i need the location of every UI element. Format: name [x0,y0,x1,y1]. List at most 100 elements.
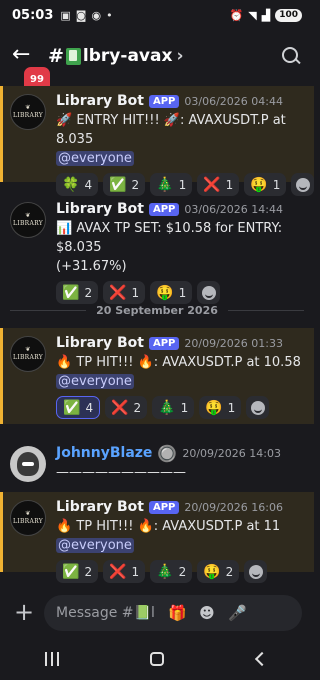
wifi-icon: ◥ [248,8,257,22]
system-nav-bar [0,638,314,680]
reaction[interactable]: 🎄 2 [150,560,193,583]
smiley-icon [250,400,265,415]
mention-everyone[interactable]: @everyone [56,151,134,166]
dot-icon: • [106,8,113,22]
message-text: 🔥 TP HIT!!! 🔥: AVAXUSDT.P at 10.58 [56,355,301,370]
recents-button[interactable] [32,644,72,674]
back-button[interactable]: ← 99 [12,42,52,95]
add-reaction-button[interactable] [291,173,315,196]
reaction-bar: ✅ 2 ❌ 1 🎄 2 🤑 2 [56,560,308,583]
timestamp: 03/06/2026 04:44 [184,94,283,108]
channel-header: ← 99 # lbry-avax › [0,34,314,95]
screenshot-icon: ◙ [75,8,87,22]
author-name[interactable]: Library Bot [56,335,144,351]
reaction[interactable]: ❌ 1 [103,281,146,304]
message[interactable]: JohnnyBlaze 🔘 20/09/2026 14:03 —————————… [0,438,314,492]
timestamp: 20/09/2026 01:33 [184,336,283,350]
timestamp: 20/09/2026 16:06 [184,500,283,514]
back-chevron-icon [254,651,269,667]
reaction[interactable]: 🍀 4 [56,173,99,196]
library-logo-icon: ❦ LIBRARY [12,346,43,361]
timestamp: 20/09/2026 14:03 [182,446,281,460]
system-back-button[interactable] [242,644,282,674]
message-input[interactable] [56,605,156,621]
home-icon [149,652,164,666]
author-name[interactable]: JohnnyBlaze [56,445,152,461]
message[interactable]: ❦ LIBRARY Library Bot APP 20/09/2026 01:3… [0,328,314,424]
alarm-icon: ⏰ [229,8,244,22]
reaction[interactable]: 🎄 1 [150,173,193,196]
author-name[interactable]: Library Bot [56,499,144,515]
microphone-icon[interactable]: 🎤 [228,604,247,622]
message-input-box[interactable]: 🎁 ☻ 🎤 [44,595,302,631]
message-text: —————————— [56,465,186,480]
channel-name: lbry-avax [82,46,173,66]
reaction[interactable]: ❌ 2 [105,396,148,419]
signal-icon: ▟ [261,8,271,22]
reaction-bar: ✅ 2 ❌ 1 🤑 1 [56,281,308,304]
back-arrow-icon: ← [12,42,31,67]
channel-title[interactable]: # lbry-avax › [48,45,183,67]
hash-icon: # [48,45,64,67]
library-logo-icon: ❦ LIBRARY [12,104,43,119]
app-tag: APP [148,202,180,216]
reaction[interactable]: ✅ 2 [56,560,99,583]
avatar[interactable]: ❦ LIBRARY [10,500,46,536]
vpn-icon: ◉ [91,8,102,22]
timestamp: 03/06/2026 14:44 [184,202,283,216]
reaction[interactable]: 🤑 2 [197,560,240,583]
message-composer: + 🎁 ☻ 🎤 [0,590,314,636]
plus-icon[interactable]: + [12,600,36,625]
avatar[interactable]: ❦ LIBRARY [10,336,46,372]
avatar[interactable] [10,446,46,482]
reaction[interactable]: 🎄 1 [152,396,195,419]
message[interactable]: ❦ LIBRARY Library Bot APP 03/06/2026 14:4… [0,194,314,304]
battery-indicator: 100 [275,8,302,22]
reaction[interactable]: ✅ 2 [103,173,146,196]
avatar[interactable]: ❦ LIBRARY [10,94,46,130]
smiley-icon [248,564,263,579]
message[interactable]: ❦ LIBRARY Library Bot APP 03/06/2026 04:4… [0,86,315,196]
status-icons-right: ⏰ ◥ ▟ 100 [229,8,302,22]
app-tag: APP [148,336,180,350]
emoji-icon[interactable]: ☻ [198,604,216,622]
avatar[interactable]: ❦ LIBRARY [10,202,46,238]
app-tag: APP [148,500,180,514]
reaction[interactable]: 🤑 1 [244,173,287,196]
reaction[interactable]: 🤑 1 [199,396,242,419]
status-icons-left: ▣ ◙ ◉ • [60,9,112,22]
mention-everyone[interactable]: @everyone [56,374,134,389]
reaction-selected[interactable]: ✅ 4 [56,396,101,419]
user-avatar-image [17,452,39,476]
reaction[interactable]: 🤑 1 [150,281,193,304]
add-reaction-button[interactable] [246,396,270,419]
recents-icon [45,652,60,666]
reaction[interactable]: ❌ 1 [197,173,240,196]
add-reaction-button[interactable] [244,560,268,583]
reaction-bar: ✅ 4 ❌ 2 🎄 1 🤑 1 [56,396,308,419]
chevron-right-icon: › [176,46,184,66]
message-text: 📊 AVAX TP SET: $10.58 for ENTRY: $8.035 [56,221,283,255]
author-name[interactable]: Library Bot [56,201,144,217]
home-button[interactable] [137,644,177,674]
reaction[interactable]: ✅ 2 [56,281,99,304]
message[interactable]: ❦ LIBRARY Library Bot APP 20/09/2026 16:0… [0,492,314,583]
smiley-icon [201,285,216,300]
message-text: (+31.67%) [56,259,127,274]
add-reaction-button[interactable] [197,281,221,304]
status-bar: 05:03 ▣ ◙ ◉ • ⏰ ◥ ▟ 100 [0,0,314,30]
reaction[interactable]: ❌ 1 [103,560,146,583]
library-logo-icon: ❦ LIBRARY [12,510,43,525]
message-text: 🔥 TP HIT!!! 🔥: AVAXUSDT.P at 11 @everyon… [56,519,281,553]
gift-icon[interactable]: 🎁 [168,604,187,622]
date-divider: 20 September 2026 [0,304,314,317]
clock: 05:03 [12,7,54,23]
reaction-bar: 🍀 4 ✅ 2 🎄 1 ❌ 1 🤑 1 [56,173,315,196]
search-icon[interactable] [280,45,302,67]
app-tag: APP [148,94,180,108]
green-book-icon [65,47,81,65]
mention-everyone[interactable]: @everyone [56,538,134,553]
author-name[interactable]: Library Bot [56,93,144,109]
message-text: 🚀 ENTRY HIT!!! 🚀: AVAXUSDT.P at 8.035 [56,113,286,147]
smiley-icon [295,177,310,192]
